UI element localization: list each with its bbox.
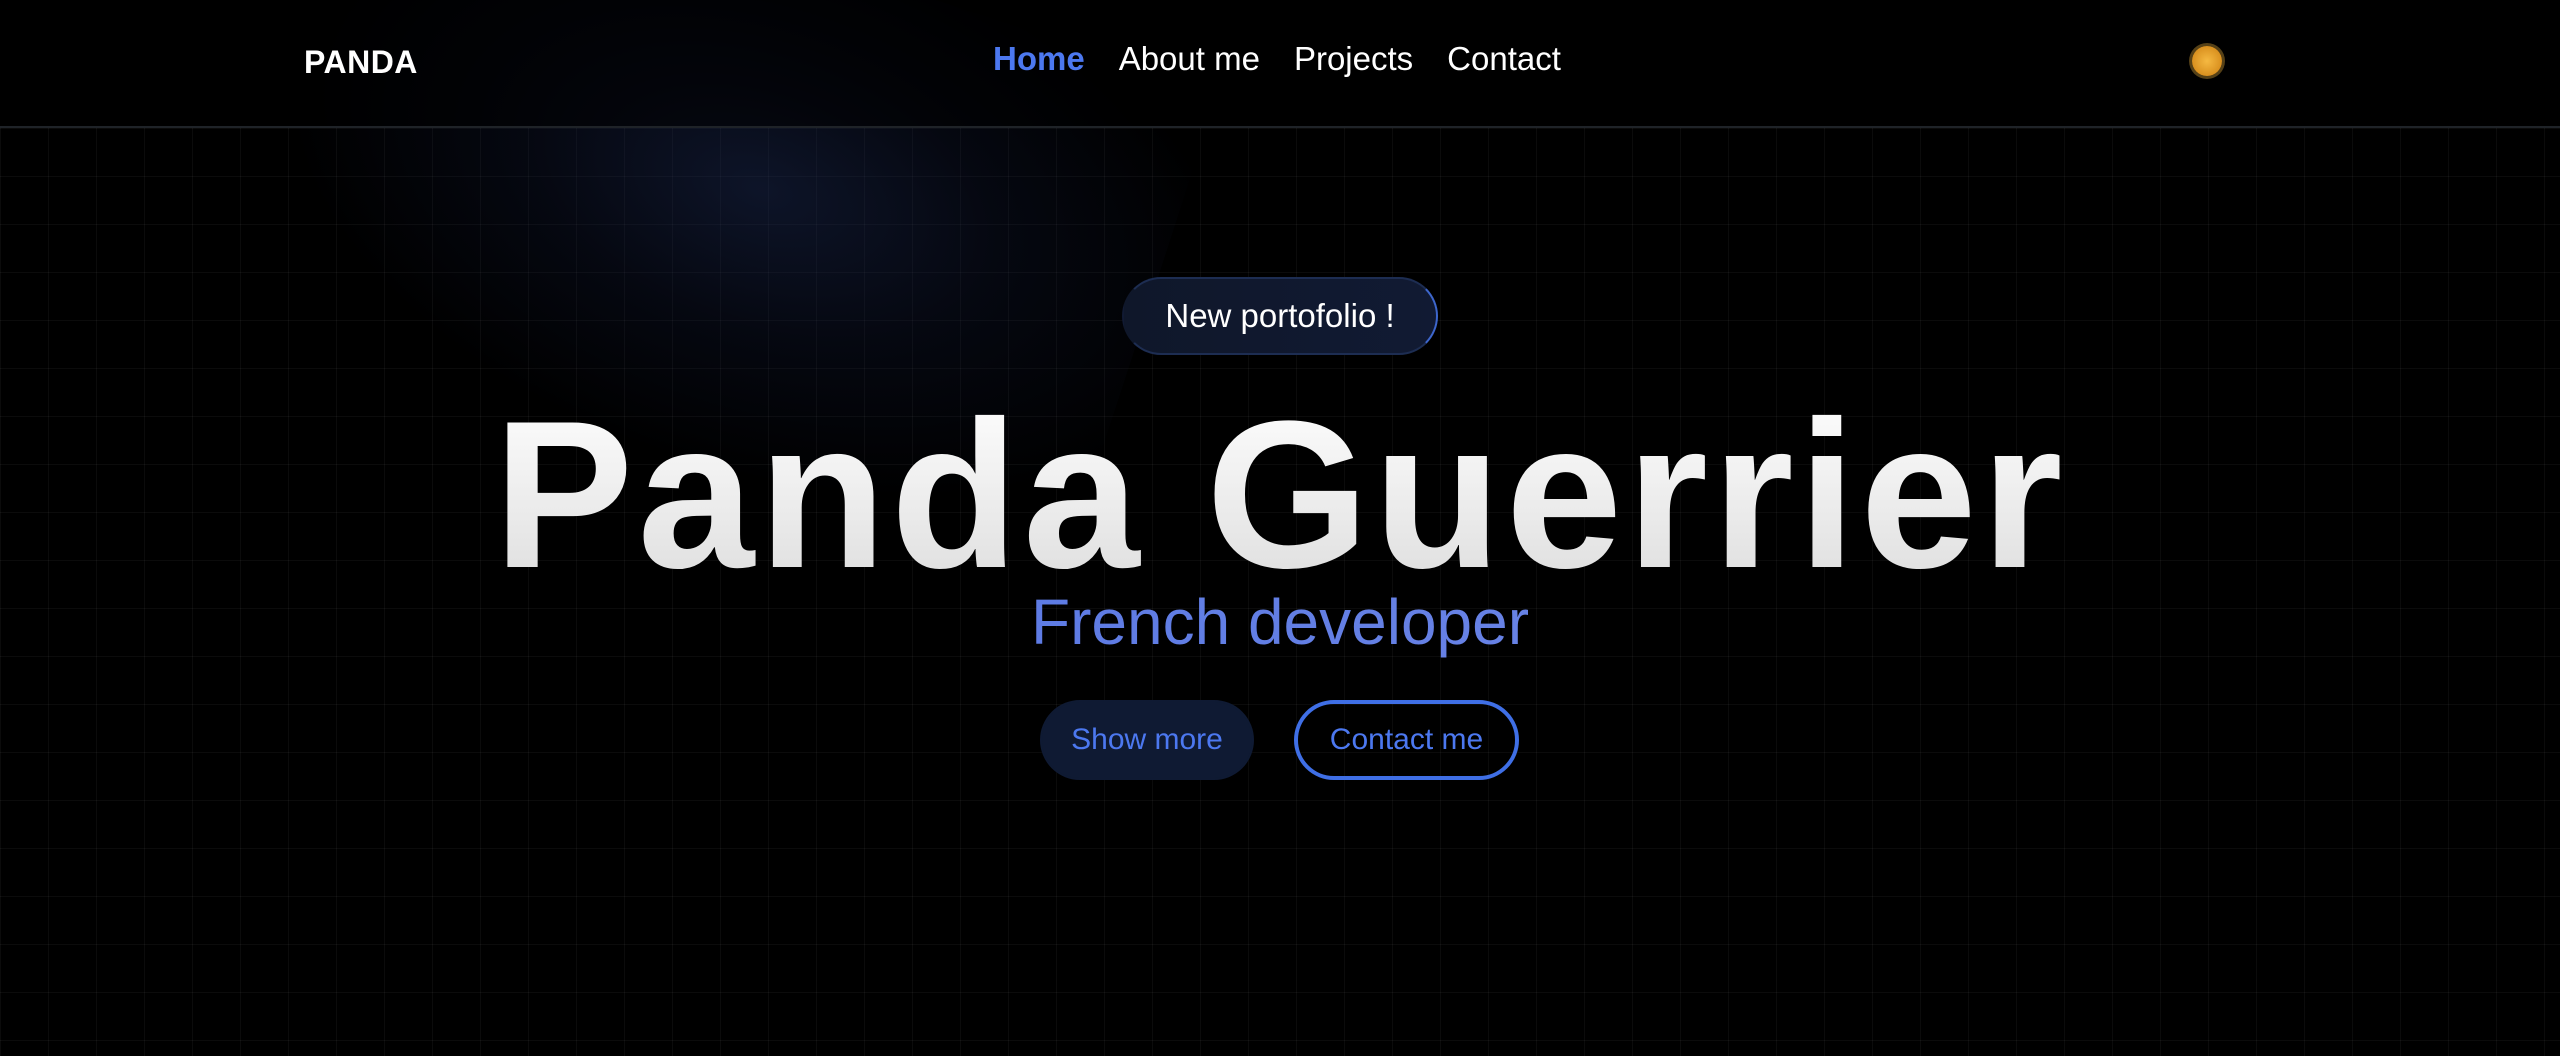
page: PANDA Home About me Projects Contact New… — [0, 0, 2560, 1056]
sun-icon[interactable] — [2192, 46, 2222, 76]
hero-actions: Show more Contact me — [1040, 700, 1519, 780]
hero-title: Panda Guerrier — [0, 385, 2560, 605]
brand-logo[interactable]: PANDA — [304, 44, 418, 81]
nav-item-about-me[interactable]: About me — [1119, 40, 1260, 78]
new-portfolio-badge: New portofolio ! — [1122, 277, 1438, 355]
show-more-button[interactable]: Show more — [1040, 700, 1254, 780]
nav-item-contact[interactable]: Contact — [1447, 40, 1561, 78]
navbar: PANDA Home About me Projects Contact — [0, 0, 2560, 128]
contact-me-button[interactable]: Contact me — [1294, 700, 1519, 780]
nav-item-home[interactable]: Home — [993, 40, 1085, 78]
nav-links: Home About me Projects Contact — [993, 40, 1561, 78]
hero-subtitle: French developer — [0, 585, 2560, 659]
nav-item-projects[interactable]: Projects — [1294, 40, 1413, 78]
